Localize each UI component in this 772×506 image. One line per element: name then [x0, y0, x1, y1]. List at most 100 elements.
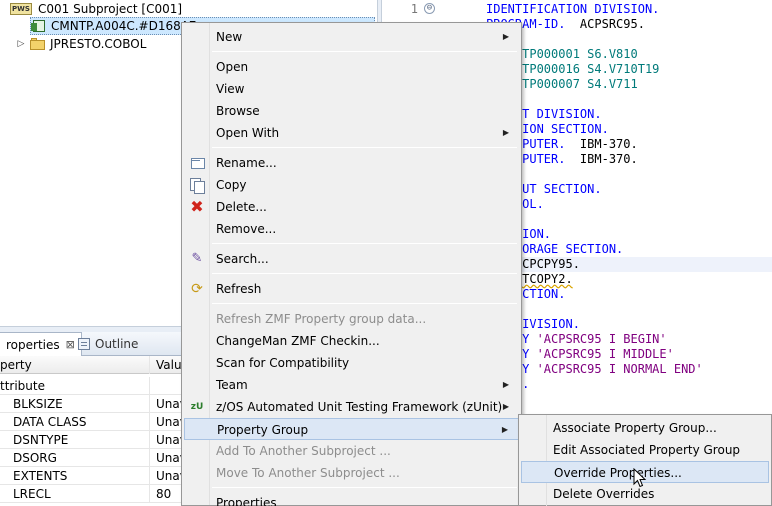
tab-properties[interactable]: roperties ⊠ [0, 332, 82, 357]
menu-item-label: z/OS Automated Unit Testing Framework (z… [216, 400, 503, 414]
menu-separator [212, 51, 517, 52]
menu-item-label: Search... [216, 252, 269, 266]
rename-icon [189, 155, 205, 171]
property-group-label: ttribute [0, 377, 150, 395]
menu-item-refresh[interactable]: ⟳ Refresh [184, 278, 519, 300]
mouse-cursor-icon [633, 468, 647, 488]
menu-item-team[interactable]: Team ▶ [184, 374, 519, 396]
submenu-arrow-icon: ▶ [502, 402, 509, 411]
menu-item-label: ChangeMan ZMF Checkin... [216, 334, 380, 348]
menu-item-label: Open With [216, 126, 280, 140]
subproject-icon: PWS [10, 2, 34, 16]
submenu-arrow-icon: ▶ [501, 425, 508, 434]
menu-item-property-group[interactable]: Property Group ▶ [184, 418, 519, 440]
search-icon: ✎ [191, 251, 203, 266]
menu-item-rename[interactable]: Rename... [184, 152, 519, 174]
property-name: DATA CLASS [0, 413, 150, 431]
menu-item-label: Refresh [216, 282, 262, 296]
tree-item-label: JPRESTO.COBOL [50, 37, 147, 51]
context-menu: New ▶ Open View Browse Open With ▶ Rename... Cop… [181, 22, 522, 506]
tree-item-subproject[interactable]: PWS C001 Subproject [C001] [10, 0, 182, 18]
tree-item-folder[interactable]: ▷ JPRESTO.COBOL [16, 35, 147, 53]
table-header: perty Valu [0, 356, 182, 374]
copy-icon [189, 177, 205, 194]
code-string: 'ACPSRC95 I BEGIN' [529, 332, 667, 346]
code-identifier: IBM-370. [565, 137, 638, 151]
line-number: 1 [410, 2, 418, 16]
submenu-arrow-icon: ▶ [502, 128, 509, 137]
tree-item-label: CMNTP.A004C.#D168A7 [51, 19, 197, 33]
code-line[interactable]: IDENTIFICATION DIVISION. [486, 2, 659, 17]
menu-item-properties[interactable]: Properties [184, 492, 519, 506]
menu-item-add-to-another-subproject[interactable]: Add To Another Subproject ... [184, 440, 519, 462]
table-row-group[interactable]: ttribute [0, 377, 182, 395]
menu-item-refresh-zmf-property-group-data[interactable]: Refresh ZMF Property group data... [184, 308, 519, 330]
table-row[interactable]: DSNTYPE Unav [0, 431, 186, 449]
menu-item-changeman-zmf-checkin[interactable]: ChangeMan ZMF Checkin... [184, 330, 519, 352]
expand-icon[interactable]: ▷ [16, 35, 26, 53]
property-name: BLKSIZE [0, 395, 150, 413]
submenu-arrow-icon: ▶ [502, 32, 509, 41]
tree-item-label: C001 Subproject [C001] [38, 2, 183, 16]
code-string: 'ACPSRC95 I MIDDLE' [529, 347, 674, 361]
tab-outline[interactable]: Outline [72, 332, 144, 356]
menu-item-label: Scan for Compatibility [216, 356, 350, 370]
menu-item-label: Team [216, 378, 248, 392]
code-line[interactable]: OPY ACPCPY95. [486, 257, 772, 272]
menu-item-label: Property Group [217, 423, 309, 437]
table-row[interactable]: DATA CLASS Unav [0, 413, 186, 431]
menu-item-label: View [216, 82, 245, 96]
menu-item-label: Override Properties... [554, 466, 682, 480]
menu-item-label: Refresh ZMF Property group data... [216, 312, 427, 326]
property-name: DSNTYPE [0, 431, 150, 449]
menu-item-label: Properties [216, 496, 277, 506]
menu-item-label: Remove... [216, 222, 277, 236]
code-string: 'ACPSRC95 I NORMAL END' [529, 362, 703, 376]
menu-item-label: Delete... [216, 200, 267, 214]
menu-separator [212, 303, 517, 304]
column-header-property[interactable]: perty [0, 356, 150, 374]
zunit-icon: zU [190, 402, 204, 412]
menu-item-label: Associate Property Group... [553, 421, 717, 435]
menu-item-edit-associated-property-group[interactable]: Edit Associated Property Group [521, 439, 769, 461]
menu-separator [212, 147, 517, 148]
outline-icon [78, 338, 90, 350]
menu-item-z-os-automated-unit-testing-framework-zunit[interactable]: zU z/OS Automated Unit Testing Framework … [184, 396, 519, 418]
table-row[interactable]: EXTENTS Unav [0, 467, 186, 485]
folder-icon [30, 38, 46, 50]
menu-item-remove[interactable]: Remove... [184, 218, 519, 240]
menu-item-label: Copy [216, 178, 247, 192]
menu-item-move-to-another-subproject[interactable]: Move To Another Subproject ... [184, 462, 519, 484]
table-row[interactable]: LRECL 80 [0, 485, 182, 503]
menu-separator [212, 487, 517, 488]
menu-separator [212, 273, 517, 274]
menu-item-browse[interactable]: Browse [184, 100, 519, 122]
fold-icon[interactable]: ⊖ [424, 3, 435, 14]
code-identifier: IBM-370. [565, 152, 638, 166]
menu-item-label: Move To Another Subproject ... [216, 466, 400, 480]
menu-item-delete[interactable]: ✖ Delete... [184, 196, 519, 218]
menu-item-associate-property-group[interactable]: Associate Property Group... [521, 417, 769, 439]
property-name: LRECL [0, 485, 150, 503]
menu-separator [212, 243, 517, 244]
menu-item-open-with[interactable]: Open With ▶ [184, 122, 519, 144]
tab-label: roperties [6, 338, 60, 352]
property-group-submenu: Associate Property Group... Edit Associat… [518, 414, 772, 506]
delete-icon: ✖ [190, 197, 204, 216]
menu-item-scan-for-compatibility[interactable]: Scan for Compatibility [184, 352, 519, 374]
menu-item-open[interactable]: Open [184, 56, 519, 78]
menu-item-label: New [216, 30, 243, 44]
menu-item-search[interactable]: ✎ Search... [184, 248, 519, 270]
submenu-arrow-icon: ▶ [502, 380, 509, 389]
table-row[interactable]: DSORG Unav [0, 449, 186, 467]
code-identifier: ACPSRC95. [565, 17, 645, 31]
property-name: DSORG [0, 449, 150, 467]
menu-item-new[interactable]: New ▶ [184, 26, 519, 48]
menu-item-copy[interactable]: Copy [184, 174, 519, 196]
refresh-icon: ⟳ [191, 281, 203, 297]
table-row[interactable]: BLKSIZE Unav [0, 395, 186, 413]
menu-item-label: Browse [216, 104, 260, 118]
tab-label: Outline [95, 337, 139, 351]
property-name: EXTENTS [0, 467, 150, 485]
menu-item-view[interactable]: View [184, 78, 519, 100]
